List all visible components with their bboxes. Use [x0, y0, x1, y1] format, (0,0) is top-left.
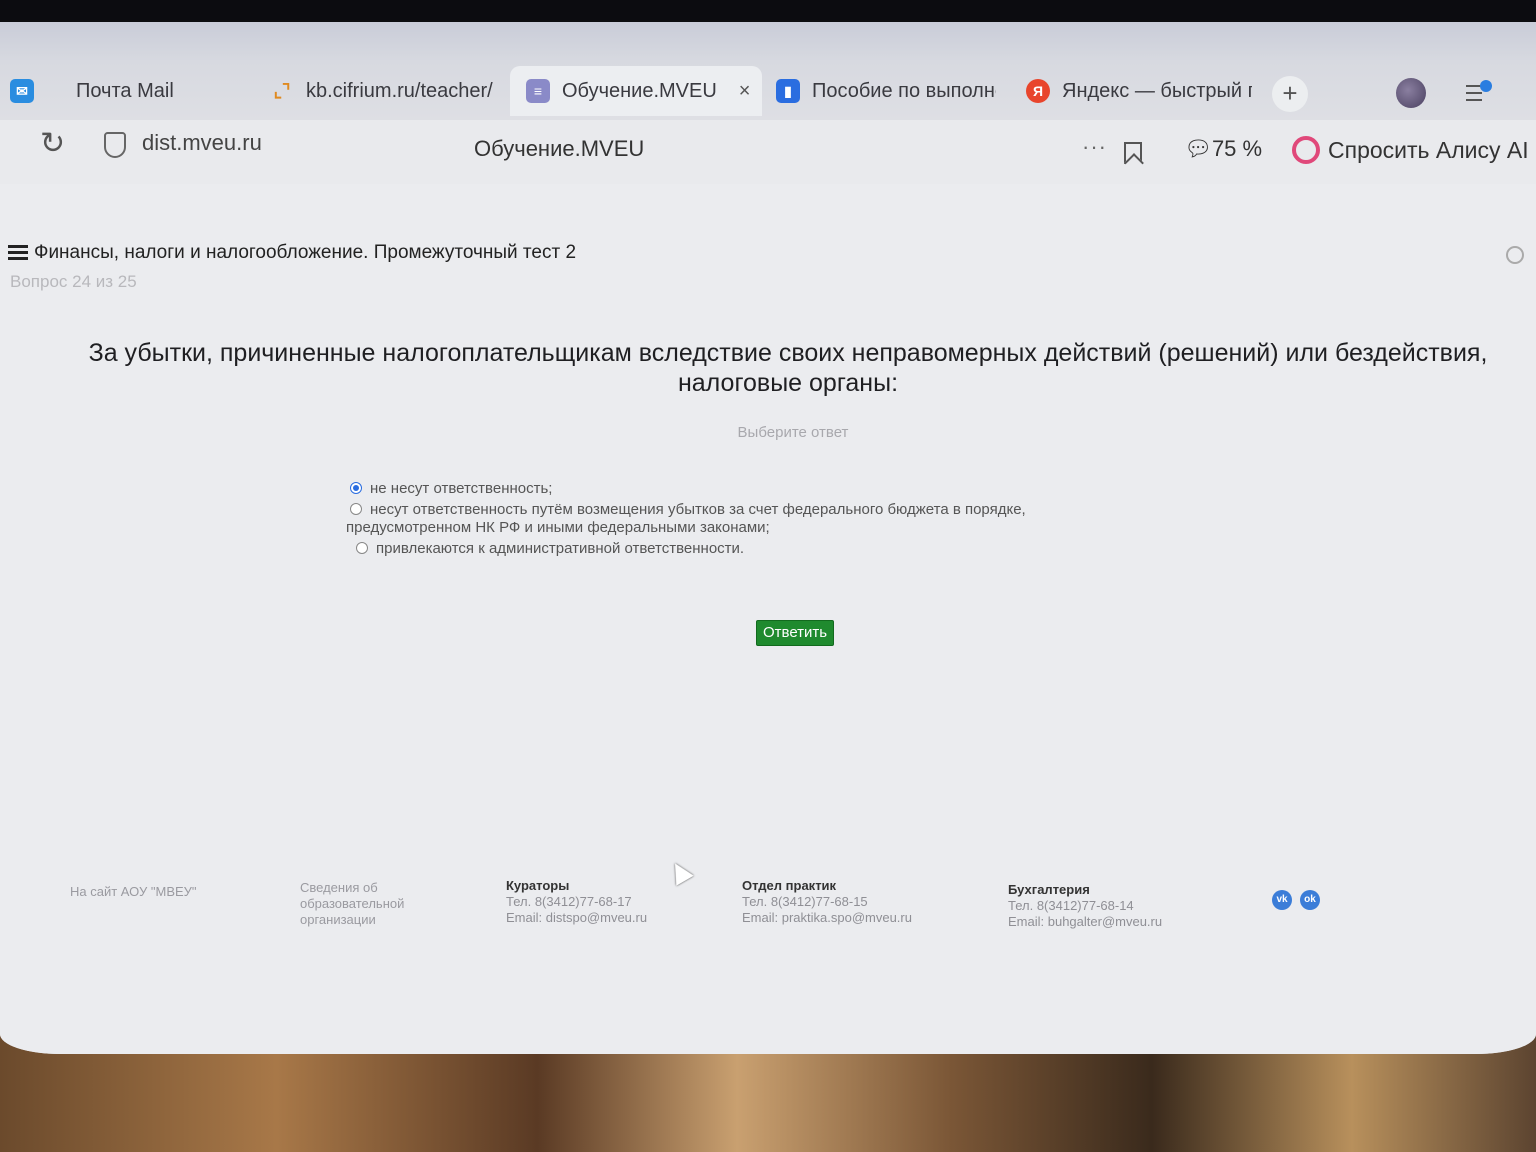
reload-icon[interactable]: ↻ [40, 126, 65, 161]
answers-list: не несут ответственность; несут ответств… [346, 480, 1126, 561]
practice-email[interactable]: Email: praktika.spo@mveu.ru [742, 910, 912, 926]
close-tab-icon[interactable]: × [739, 80, 751, 103]
tab-mveu[interactable]: ≡ Обучение.MVEU × [510, 66, 762, 116]
radio-button[interactable] [350, 503, 362, 515]
zoom-value: 75 % [1211, 136, 1263, 161]
radio-button[interactable] [356, 542, 368, 554]
accounting-block: Бухгалтерия Тел. 8(3412)77-68-14 Email: … [1008, 882, 1162, 930]
list-icon[interactable] [8, 245, 28, 261]
bookmark-icon[interactable] [1124, 142, 1142, 164]
tab-bar: ✉ Почта Mail ⌞⌝ kb.cifrium.ru/teacher/ ≡… [0, 22, 1536, 120]
tab-label: Пособие по выполнени [812, 79, 996, 102]
zoom-indicator[interactable]: 💬︎75 % [1184, 136, 1262, 162]
tab-label: Яндекс — быстрый п [1062, 79, 1252, 102]
comment-icon: 💬︎ [1184, 136, 1212, 161]
answer-option-2[interactable]: несут ответственность путём возмещения у… [346, 501, 1126, 537]
page-content: Финансы, налоги и налогообложение. Проме… [0, 184, 1536, 1054]
alice-button[interactable]: Спросить Алису AI [1292, 136, 1529, 164]
test-title-text: Финансы, налоги и налогообложение. Проме… [34, 242, 577, 263]
submit-answer-button[interactable]: Ответить [756, 620, 835, 646]
accounting-phone: Тел. 8(3412)77-68-14 [1008, 898, 1134, 913]
tab-label: Почта Mail [76, 79, 174, 102]
question-counter: Вопрос 24 из 25 [10, 272, 137, 291]
question-text: За убытки, причиненные налогоплательщика… [88, 339, 1488, 397]
test-title: Финансы, налоги и налогообложение. Проме… [8, 242, 576, 264]
practice-title: Отдел практик [742, 878, 837, 893]
tab-mail[interactable]: ✉ Почта Mail [10, 66, 210, 116]
mail-icon: ✉ [10, 79, 34, 103]
url-field[interactable]: dist.mveu.ru [142, 130, 262, 156]
profile-avatar[interactable] [1396, 78, 1426, 108]
accounting-email[interactable]: Email: buhgalter@mveu.ru [1008, 914, 1162, 930]
new-tab-button[interactable]: + [1272, 76, 1308, 112]
tab-label: kb.cifrium.ru/teacher/ [306, 79, 493, 102]
page-title: Обучение.MVEU [474, 136, 645, 161]
more-icon[interactable]: ··· [1082, 134, 1107, 160]
practice-phone: Тел. 8(3412)77-68-15 [742, 894, 868, 909]
curators-phone: Тел. 8(3412)77-68-17 [506, 894, 632, 909]
practice-block: Отдел практик Тел. 8(3412)77-68-15 Email… [742, 878, 912, 926]
browser-window: ✉ Почта Mail ⌞⌝ kb.cifrium.ru/teacher/ ≡… [0, 22, 1536, 1054]
mouse-cursor-icon [666, 858, 694, 886]
answer-hint: Выберите ответ [737, 424, 849, 441]
cifrium-icon: ⌞⌝ [273, 80, 291, 101]
info-link[interactable]: Сведения об образовательной организации [300, 880, 440, 928]
mveu-icon: ≡ [526, 79, 550, 103]
accounting-title: Бухгалтерия [1008, 882, 1090, 897]
tab-posobie[interactable]: ▮ Пособие по выполнени [776, 66, 996, 116]
curators-block: Кураторы Тел. 8(3412)77-68-17 Email: dis… [506, 878, 647, 926]
answer-text: не несут ответственность; [370, 480, 553, 497]
tab-label: Обучение.MVEU [562, 79, 717, 102]
answer-text: несут ответственность путём возмещения у… [346, 501, 1026, 536]
tab-cifrium[interactable]: ⌞⌝ kb.cifrium.ru/teacher/ [270, 66, 496, 116]
radio-button[interactable] [350, 482, 362, 494]
site-link[interactable]: На сайт АОУ "МВЕУ" [70, 884, 197, 900]
answer-option-1[interactable]: не несут ответственность; [346, 480, 1126, 498]
ok-icon[interactable]: ok [1300, 890, 1320, 910]
answer-text: привлекаются к административной ответств… [376, 540, 745, 557]
shield-icon[interactable] [104, 132, 126, 158]
curators-email[interactable]: Email: distspo@mveu.ru [506, 910, 647, 926]
alice-label: Спросить Алису AI [1328, 136, 1529, 163]
doc-icon: ▮ [776, 79, 800, 103]
answer-option-3[interactable]: привлекаются к административной ответств… [346, 540, 1126, 558]
timer-icon [1506, 246, 1524, 264]
menu-icon[interactable] [1466, 80, 1492, 104]
vk-icon[interactable]: vk [1272, 890, 1292, 910]
alice-icon [1292, 136, 1320, 164]
yandex-icon: Я [1026, 79, 1050, 103]
tab-yandex[interactable]: Я Яндекс — быстрый п [1026, 66, 1252, 116]
curators-title: Кураторы [506, 878, 570, 893]
